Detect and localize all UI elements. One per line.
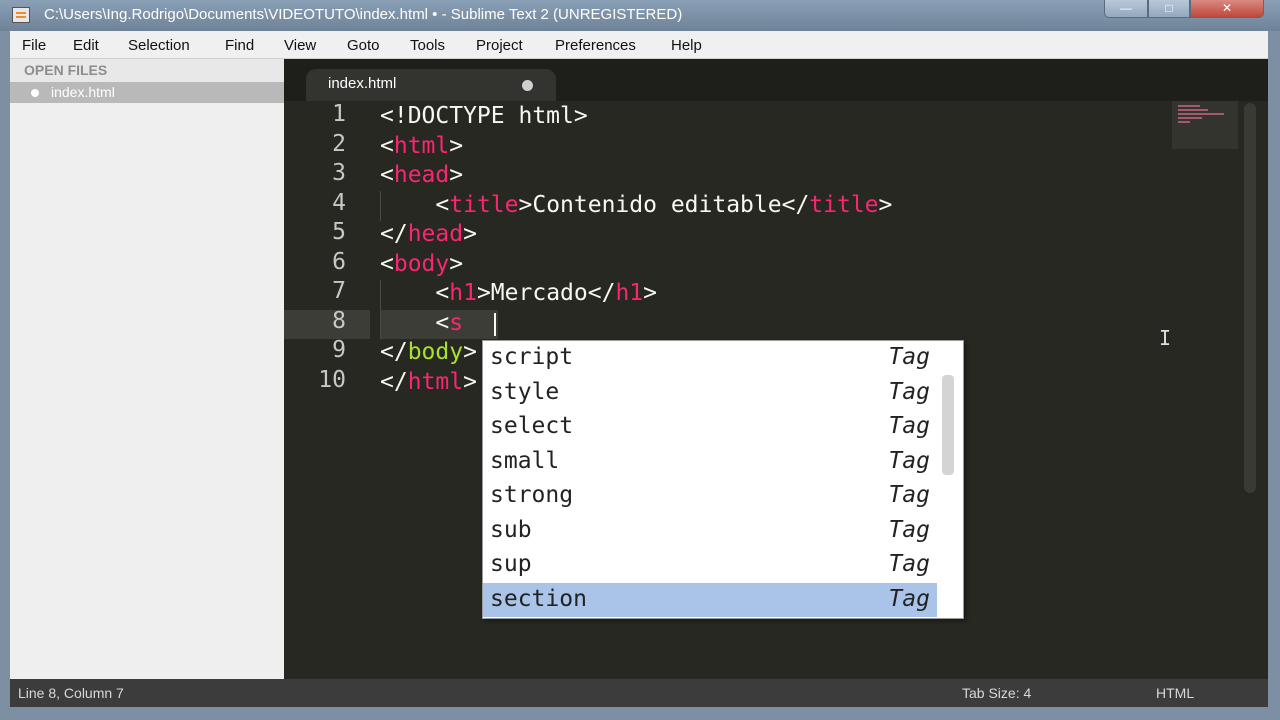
autocomplete-item-kind: Tag	[888, 585, 930, 612]
autocomplete-item-word: script	[490, 344, 574, 370]
line-number: 8	[332, 307, 346, 334]
line-number: 6	[332, 248, 346, 275]
code-line-6: <body>	[380, 250, 464, 277]
autocomplete-item-kind: Tag	[888, 447, 930, 474]
status-bar: Line 8, Column 7 Tab Size: 4 HTML	[10, 679, 1268, 707]
window-frame-left	[0, 31, 10, 720]
open-files-header: OPEN FILES	[24, 62, 108, 78]
menu-find[interactable]: Find	[225, 37, 254, 54]
cursor-position: Line 8, Column 7	[18, 685, 124, 701]
autocomplete-item-word: strong	[490, 482, 574, 508]
editor-area[interactable]: index.html 1 2 3 4 5 6 7 8 9 10 <!DOCTYP…	[284, 59, 1268, 679]
vertical-scrollbar[interactable]	[1244, 103, 1256, 493]
autocomplete-item-sub[interactable]: sub Tag	[483, 514, 937, 549]
code-line-5: </head>	[380, 221, 477, 247]
autocomplete-item-kind: Tag	[888, 413, 930, 439]
autocomplete-item-word: select	[490, 413, 574, 439]
sidebar: OPEN FILES index.html	[10, 59, 284, 679]
autocomplete-popup[interactable]: script Tag style Tag select Tag small Tag strong…	[482, 340, 964, 619]
autocomplete-item-word: section	[490, 585, 587, 612]
code-line-2: <html>	[380, 132, 464, 159]
menu-tools[interactable]: Tools	[410, 37, 445, 54]
menu-edit[interactable]: Edit	[73, 37, 99, 54]
maximize-button[interactable]: □	[1148, 0, 1190, 18]
menu-bar: File Edit Selection Find View Goto Tools…	[10, 31, 1268, 59]
line-number: 9	[332, 337, 346, 363]
line-number-gutter: 1 2 3 4 5 6 7 8 9 10	[284, 101, 374, 679]
line-number: 10	[318, 366, 346, 393]
menu-project[interactable]: Project	[476, 37, 523, 54]
autocomplete-item-word: sup	[490, 551, 532, 577]
autocomplete-item-section[interactable]: section Tag	[483, 582, 937, 617]
sidebar-file-index-html[interactable]: index.html	[10, 82, 284, 103]
tab-label: index.html	[328, 75, 397, 92]
syntax-indicator[interactable]: HTML	[1156, 685, 1194, 701]
line-number: 7	[332, 278, 346, 304]
code-line-3: <head>	[380, 162, 464, 188]
tab-index-html[interactable]: index.html	[306, 69, 556, 101]
minimize-button[interactable]: —	[1104, 0, 1148, 18]
autocomplete-item-kind: Tag	[888, 344, 930, 370]
text-caret	[494, 313, 496, 336]
autocomplete-scrollbar[interactable]	[942, 375, 954, 475]
window-frame-bottom	[0, 707, 1280, 720]
autocomplete-item-kind: Tag	[888, 551, 930, 577]
autocomplete-item-kind: Tag	[888, 378, 930, 405]
menu-view[interactable]: View	[284, 37, 316, 54]
window-title: C:\Users\Ing.Rodrigo\Documents\VIDEOTUTO…	[44, 6, 683, 23]
tab-strip: index.html	[284, 59, 1268, 101]
autocomplete-item-small[interactable]: small Tag	[483, 445, 937, 480]
line-number: 5	[332, 219, 346, 245]
mouse-ibeam-cursor-icon: I	[1159, 326, 1172, 350]
autocomplete-item-script[interactable]: script Tag	[483, 341, 937, 376]
code-line-1: <!DOCTYPE html>	[380, 103, 588, 129]
close-button[interactable]: ✕	[1190, 0, 1264, 18]
window-frame-right	[1268, 31, 1280, 720]
autocomplete-item-word: style	[490, 378, 560, 405]
autocomplete-item-sup[interactable]: sup Tag	[483, 548, 937, 583]
code-line-4: <title>Contenido editable</title>	[380, 191, 893, 218]
menu-goto[interactable]: Goto	[347, 37, 380, 54]
line-number: 3	[332, 160, 346, 186]
modified-dot-icon	[31, 89, 39, 97]
autocomplete-item-word: sub	[490, 516, 532, 543]
code-line-8: <s	[380, 309, 464, 336]
autocomplete-item-strong[interactable]: strong Tag	[483, 479, 937, 514]
code-line-7: <h1>Mercado</h1>	[380, 280, 657, 306]
autocomplete-item-select[interactable]: select Tag	[483, 410, 937, 445]
minimap[interactable]	[1172, 101, 1238, 149]
autocomplete-item-style[interactable]: style Tag	[483, 376, 937, 411]
line-number: 1	[332, 101, 346, 127]
tab-size-indicator[interactable]: Tab Size: 4	[962, 685, 1031, 701]
menu-preferences[interactable]: Preferences	[555, 37, 636, 54]
menu-help[interactable]: Help	[671, 37, 702, 54]
sidebar-empty-area	[10, 103, 284, 679]
line-number: 2	[332, 130, 346, 157]
sidebar-file-label: index.html	[51, 84, 115, 100]
title-bar[interactable]: C:\Users\Ing.Rodrigo\Documents\VIDEOTUTO…	[0, 0, 1280, 31]
code-line-10: </html>	[380, 368, 477, 395]
code-line-9: </body>	[380, 339, 477, 365]
autocomplete-item-kind: Tag	[888, 482, 930, 508]
sublime-app-icon[interactable]	[12, 7, 30, 23]
autocomplete-item-kind: Tag	[888, 516, 930, 543]
menu-selection[interactable]: Selection	[128, 37, 190, 54]
tab-modified-dot-icon[interactable]	[522, 80, 533, 91]
autocomplete-item-word: small	[490, 447, 560, 474]
menu-file[interactable]: File	[22, 37, 46, 54]
line-number: 4	[332, 189, 346, 216]
